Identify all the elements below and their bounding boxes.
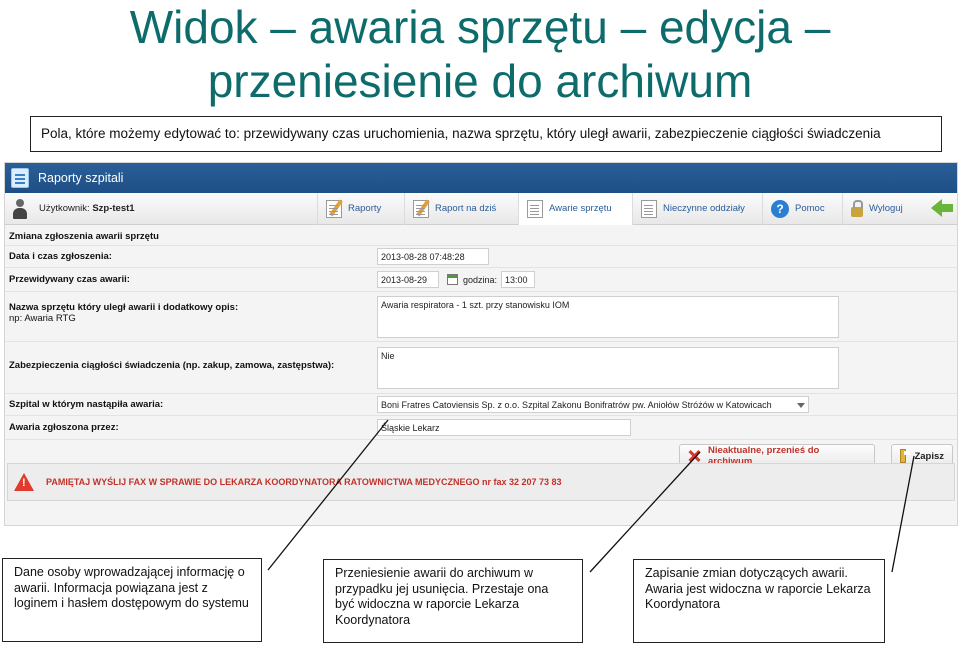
pen-doc-icon <box>413 199 429 218</box>
callout-reporter: Dane osoby wprowadzającej informację o a… <box>2 558 262 642</box>
nav-equipment-failures-label: Awarie sprzętu <box>549 203 612 214</box>
nav-closed-departments[interactable]: Nieczynne oddziały <box>632 192 762 225</box>
row-reporter: Awaria zgłoszona przez: Śląskie Lekarz <box>5 415 957 439</box>
equipment-label-text: Nazwa sprzętu który uległ awarii i dodat… <box>9 302 239 313</box>
slide-title-line2: przeniesienie do archiwum <box>207 55 753 107</box>
lock-icon <box>851 199 863 217</box>
row-hospital: Szpital w którym nastąpiła awaria: Boni … <box>5 393 957 415</box>
hospital-label: Szpital w którym nastąpiła awaria: <box>9 399 164 410</box>
document-icon <box>641 199 657 218</box>
user-block: Użytkownik: Szp-test1 <box>5 198 317 220</box>
row-report-datetime: Data i czas zgłoszenia: 2013-08-28 07:48… <box>5 245 957 267</box>
nav-closed-departments-label: Nieczynne oddziały <box>663 203 745 214</box>
app-title: Raporty szpitali <box>38 171 124 185</box>
row-continuity: Zabezpieczenia ciągłości świadczenia (np… <box>5 341 957 393</box>
calendar-icon[interactable] <box>447 274 458 285</box>
back-arrow-icon[interactable] <box>931 199 953 217</box>
hospital-select-value: Boni Fratres Catoviensis Sp. z o.o. Szpi… <box>381 400 772 410</box>
user-name: Szp-test1 <box>92 203 135 214</box>
nav-today-report[interactable]: Raport na dziś <box>404 192 518 225</box>
chevron-down-icon <box>797 403 805 408</box>
fax-warning-text: PAMIĘTAJ WYŚLIJ FAX W SPRAWIE DO LEKARZA… <box>46 477 562 487</box>
close-icon <box>688 450 700 462</box>
nav-reports-label: Raporty <box>348 203 382 214</box>
app-screenshot: Raporty szpitali Użytkownik: Szp-test1 R… <box>4 162 958 526</box>
expected-time-label: Przewidywany czas awarii: <box>9 274 130 285</box>
nav-equipment-failures[interactable]: Awarie sprzętu <box>518 192 632 225</box>
expected-date-input[interactable]: 2013-08-29 <box>377 271 439 288</box>
row-expected-time: Przewidywany czas awarii: 2013-08-29 god… <box>5 267 957 291</box>
nav-help-label: Pomoc <box>795 203 825 214</box>
pen-doc-icon <box>326 199 342 218</box>
reporter-label: Awaria zgłoszona przez: <box>9 422 119 433</box>
continuity-textarea[interactable]: Nie <box>377 347 839 389</box>
user-icon <box>11 198 29 220</box>
help-icon: ? <box>771 199 789 218</box>
save-button-label: Zapisz <box>914 450 944 462</box>
report-logo-icon <box>11 168 29 188</box>
slide-title-line1: Widok – awaria sprzętu – edycja – <box>129 1 831 53</box>
equipment-textarea[interactable]: Awaria respiratora - 1 szt. przy stanowi… <box>377 296 839 338</box>
nav-reports[interactable]: Raporty <box>317 192 404 225</box>
equipment-label: Nazwa sprzętu który uległ awarii i dodat… <box>9 302 238 324</box>
app-header: Raporty szpitali <box>5 163 957 193</box>
reporter-field: Śląskie Lekarz <box>377 419 631 436</box>
user-info: Użytkownik: Szp-test1 <box>39 203 135 214</box>
time-label: godzina: <box>463 275 498 285</box>
document-icon <box>527 199 543 218</box>
hospital-select[interactable]: Boni Fratres Catoviensis Sp. z o.o. Szpi… <box>377 396 809 413</box>
nav-logout-label: Wyloguj <box>869 203 903 214</box>
callout-save: Zapisanie zmian dotyczących awarii. Awar… <box>633 559 885 643</box>
nav-logout[interactable]: Wyloguj <box>842 192 922 225</box>
nav-help[interactable]: ? Pomoc <box>762 192 842 225</box>
toolbar: Użytkownik: Szp-test1 Raporty Raport na … <box>5 192 957 225</box>
row-equipment: Nazwa sprzętu który uległ awarii i dodat… <box>5 291 957 341</box>
editable-fields-note: Pola, które możemy edytować to: przewidy… <box>30 116 942 152</box>
report-datetime-field: 2013-08-28 07:48:28 <box>377 248 489 265</box>
user-label: Użytkownik: <box>39 203 90 214</box>
time-input[interactable]: 13:00 <box>501 271 535 288</box>
equipment-hint: np: Awaria RTG <box>9 313 76 324</box>
nav-today-report-label: Raport na dziś <box>435 203 497 214</box>
report-datetime-label: Data i czas zgłoszenia: <box>9 251 112 262</box>
form-title: Zmiana zgłoszenia awarii sprzętu <box>9 231 159 242</box>
fax-warning: PAMIĘTAJ WYŚLIJ FAX W SPRAWIE DO LEKARZA… <box>7 463 955 501</box>
warning-icon <box>14 473 34 491</box>
callout-archive: Przeniesienie awarii do archiwum w przyp… <box>323 559 583 643</box>
save-icon <box>900 449 911 463</box>
continuity-label: Zabezpieczenia ciągłości świadczenia (np… <box>9 360 335 371</box>
